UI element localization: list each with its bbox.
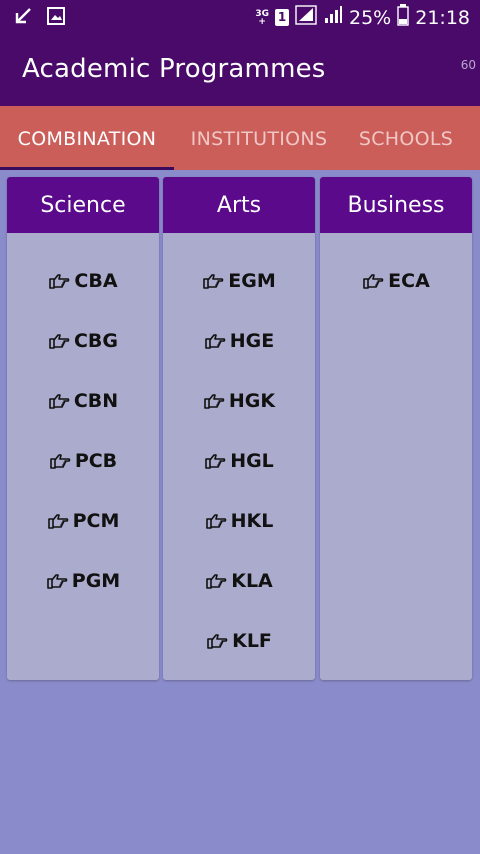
column-header-business: Business [320, 177, 472, 233]
pointing-hand-icon [205, 512, 227, 530]
list-item[interactable]: PGM [7, 551, 159, 611]
pointing-hand-icon [362, 272, 384, 290]
list-item[interactable]: CBN [7, 371, 159, 431]
list-item[interactable]: ECA [320, 251, 472, 311]
list-item[interactable]: HGK [163, 371, 315, 431]
pointing-hand-icon [48, 272, 70, 290]
network-type-label: 3G + [255, 8, 269, 27]
download-arrow-icon [12, 5, 34, 31]
column-header-arts: Arts [163, 177, 315, 233]
list-item[interactable]: EGM [163, 251, 315, 311]
list-item[interactable]: KLF [163, 611, 315, 671]
image-notification-icon [46, 6, 66, 30]
pointing-hand-icon [204, 332, 226, 350]
status-bar: 3G + 1 25% 21:18 [0, 0, 480, 34]
signal-strength-icon [295, 5, 317, 30]
signal-bars-icon [323, 5, 343, 30]
pointing-hand-icon [202, 272, 224, 290]
tab-combination[interactable]: COMBINATION [0, 106, 174, 170]
list-item[interactable]: PCB [7, 431, 159, 491]
tab-indicator [0, 167, 174, 170]
list-item[interactable]: HGE [163, 311, 315, 371]
pointing-hand-icon [47, 512, 69, 530]
corner-badge: 60 [460, 58, 476, 72]
tab-bar: COMBINATION INSTITUTIONS SCHOOLS [0, 106, 480, 170]
list-item[interactable]: HKL [163, 491, 315, 551]
sim-indicator: 1 [275, 9, 289, 26]
list-item[interactable]: HGL [163, 431, 315, 491]
list-item[interactable]: CBG [7, 311, 159, 371]
pointing-hand-icon [206, 632, 228, 650]
battery-percent: 25% [349, 6, 392, 29]
pointing-hand-icon [203, 392, 225, 410]
pointing-hand-icon [46, 572, 68, 590]
pointing-hand-icon [48, 332, 70, 350]
arts-column: Arts EGM HGE HGK HGL HKL KLA KLF [163, 177, 315, 680]
tab-institutions[interactable]: INSTITUTIONS [174, 106, 344, 170]
list-item[interactable]: PCM [7, 491, 159, 551]
pointing-hand-icon [48, 392, 70, 410]
list-item[interactable]: KLA [163, 551, 315, 611]
battery-icon [397, 4, 409, 31]
clock: 21:18 [415, 6, 470, 29]
list-item[interactable]: CBA [7, 251, 159, 311]
column-header-science: Science [7, 177, 159, 233]
app-bar: Academic Programmes 60 [0, 34, 480, 106]
page-title: Academic Programmes [22, 54, 326, 84]
business-column: Business ECA [320, 177, 472, 680]
science-column: Science CBA CBG CBN PCB PCM PGM [7, 177, 159, 680]
pointing-hand-icon [49, 452, 71, 470]
pointing-hand-icon [204, 452, 226, 470]
tab-schools[interactable]: SCHOOLS [344, 106, 468, 170]
pointing-hand-icon [205, 572, 227, 590]
